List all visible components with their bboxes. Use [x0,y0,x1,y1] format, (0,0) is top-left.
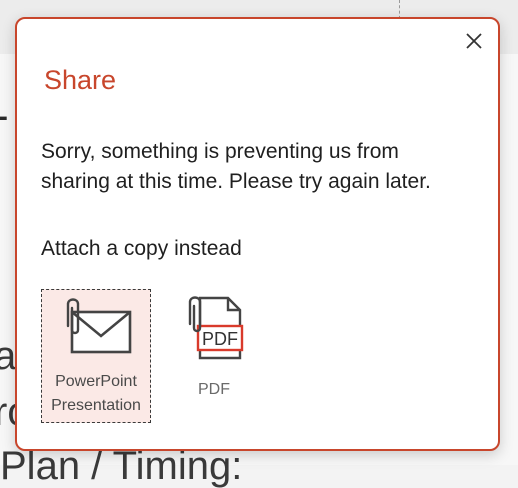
attach-powerpoint-option[interactable]: PowerPoint Presentation [41,289,151,423]
slide-text-dash: - [0,94,9,138]
option-label-pdf: PDF [198,381,230,398]
attach-pdf-option[interactable]: PDF PDF [159,289,269,423]
email-attachment-icon [66,298,132,354]
share-dialog: Share Sorry, something is preventing us … [15,17,500,451]
option-label-powerpoint: PowerPoint Presentation [51,373,141,414]
attach-heading: Attach a copy instead [41,237,242,260]
error-message: Sorry, something is preventing us from s… [41,140,431,193]
slide-text-a: a [0,334,17,378]
slide-text-plan: Plan / Timing: [0,444,243,488]
dialog-title: Share [44,65,117,95]
close-button[interactable] [462,29,486,53]
close-icon [466,33,482,49]
pdf-icon-text: PDF [202,329,238,349]
pdf-attachment-icon: PDF [188,296,244,360]
